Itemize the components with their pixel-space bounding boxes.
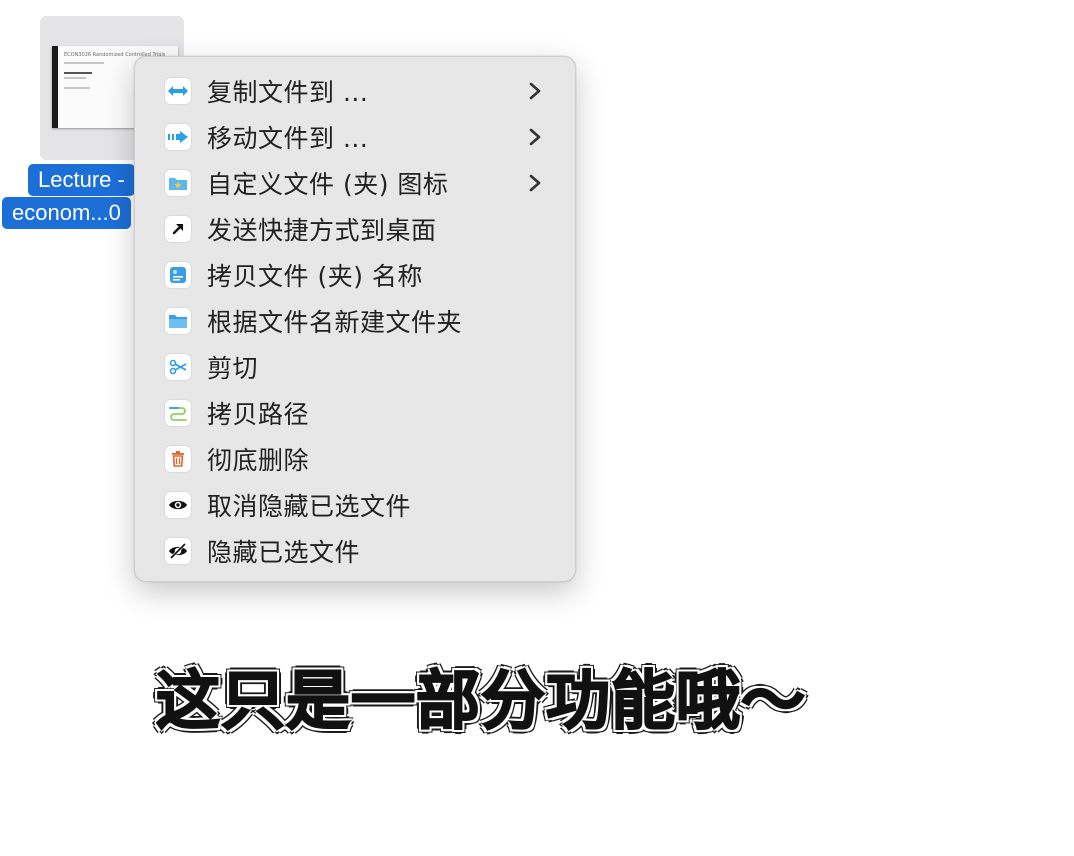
menu-item-copy-to[interactable]: 复制文件到 ... (135, 68, 575, 114)
eye-icon (165, 492, 191, 518)
menu-item-label: 自定义文件 (夹) 图标 (207, 170, 449, 199)
menu-item-delete-permanently[interactable]: 彻底删除 (135, 436, 575, 482)
shortcut-arrow-icon (165, 216, 191, 242)
desktop: ECON3026 Randomized Controlled Trials Le… (0, 0, 1074, 856)
trash-icon (165, 446, 191, 472)
context-menu: 复制文件到 ... 移动文件到 ... 自定义文件 (夹) 图标 发送快捷方式到… (134, 56, 576, 582)
menu-item-custom-icon[interactable]: 自定义文件 (夹) 图标 (135, 160, 575, 206)
copy-to-icon (165, 78, 191, 104)
menu-item-hide-selected[interactable]: 隐藏已选文件 (135, 528, 575, 574)
menu-item-label: 隐藏已选文件 (207, 538, 361, 567)
file-name-line-2[interactable]: econom...0 (2, 197, 131, 229)
thumbnail-text-line (64, 77, 86, 79)
file-name-line-1[interactable]: Lecture - (28, 164, 135, 196)
chevron-right-icon (529, 82, 541, 100)
menu-item-label: 根据文件名新建文件夹 (207, 308, 463, 337)
thumbnail-text-line (64, 62, 104, 64)
scissors-icon (165, 354, 191, 380)
new-folder-icon (165, 308, 191, 334)
menu-item-new-folder-from-name[interactable]: 根据文件名新建文件夹 (135, 298, 575, 344)
custom-folder-icon (165, 170, 191, 196)
move-to-icon (165, 124, 191, 150)
menu-item-copy-name[interactable]: 拷贝文件 (夹) 名称 (135, 252, 575, 298)
menu-item-label: 复制文件到 ... (207, 78, 369, 107)
thumbnail-text-line (64, 72, 92, 74)
menu-item-send-shortcut[interactable]: 发送快捷方式到桌面 (135, 206, 575, 252)
menu-item-move-to[interactable]: 移动文件到 ... (135, 114, 575, 160)
thumbnail-text-line (64, 87, 90, 89)
menu-item-cut[interactable]: 剪切 (135, 344, 575, 390)
caption-text: 这只是一部分功能哦～ (155, 664, 806, 740)
menu-item-label: 发送快捷方式到桌面 (207, 216, 437, 245)
eye-slash-icon (165, 538, 191, 564)
chevron-right-icon (529, 174, 541, 192)
menu-item-label: 彻底删除 (207, 446, 310, 475)
path-icon (165, 400, 191, 426)
menu-item-label: 拷贝文件 (夹) 名称 (207, 262, 423, 291)
menu-item-label: 拷贝路径 (207, 400, 310, 429)
menu-item-copy-path[interactable]: 拷贝路径 (135, 390, 575, 436)
chevron-right-icon (529, 128, 541, 146)
copy-name-icon (165, 262, 191, 288)
menu-item-unhide-selected[interactable]: 取消隐藏已选文件 (135, 482, 575, 528)
menu-item-label: 取消隐藏已选文件 (207, 492, 412, 521)
menu-item-label: 移动文件到 ... (207, 124, 369, 153)
menu-item-label: 剪切 (207, 354, 259, 383)
